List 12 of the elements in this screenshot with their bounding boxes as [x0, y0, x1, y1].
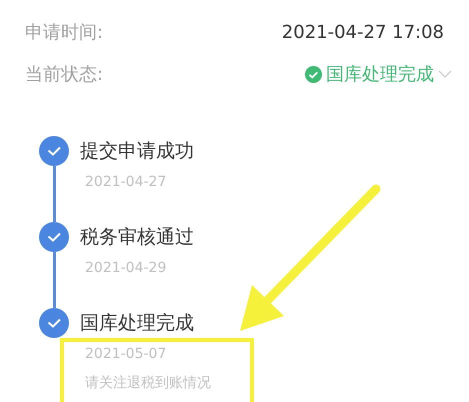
- step-title: 国库处理完成: [80, 311, 195, 336]
- step-date: 2021-05-07: [85, 345, 168, 364]
- field-label: 当前状态:: [25, 62, 104, 86]
- chevron-down-icon[interactable]: [438, 70, 452, 78]
- step-date: 2021-04-27: [85, 173, 168, 192]
- field-label: 申请时间:: [25, 20, 104, 44]
- field-value: 2021-04-27 17:08: [282, 20, 444, 44]
- step-note: 请关注退税到账情况: [85, 374, 211, 393]
- step-title: 税务审核通过: [80, 225, 194, 250]
- status-value: 国库处理完成: [326, 62, 434, 86]
- step-title: 提交申请成功: [80, 139, 194, 164]
- step-date: 2021-04-29: [85, 259, 168, 278]
